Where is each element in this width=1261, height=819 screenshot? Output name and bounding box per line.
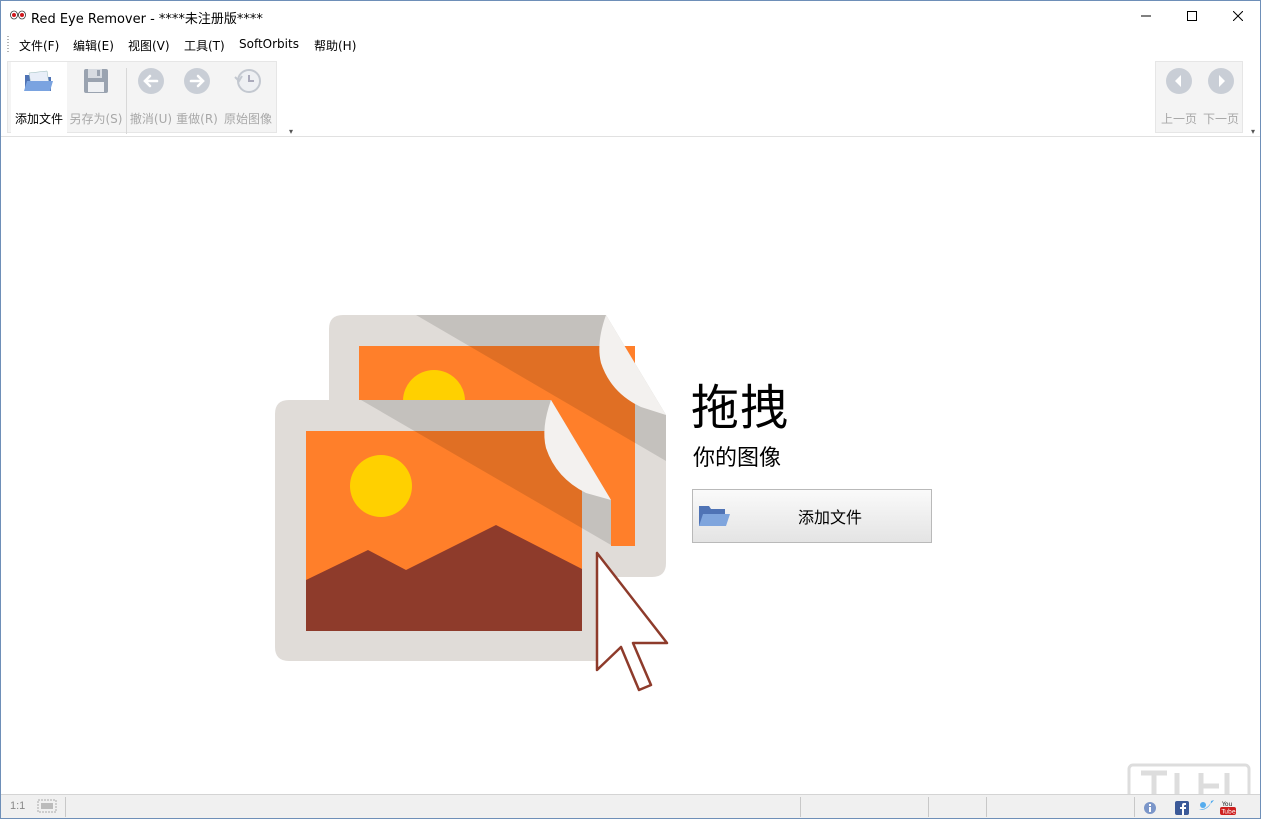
prev-page-label: 上一页 <box>1160 112 1197 126</box>
nav-overflow-icon[interactable]: ▾ <box>1251 127 1255 136</box>
undo-label: 撤消(U) <box>129 112 173 126</box>
close-button[interactable] <box>1215 1 1261 31</box>
floppy-disk-icon <box>80 66 112 96</box>
redo-label: 重做(R) <box>176 112 218 126</box>
minimize-icon <box>1141 15 1151 17</box>
status-cell-3 <box>928 797 986 817</box>
app-window: Red Eye Remover - ****未注册版**** 文件(F) 编辑(… <box>0 0 1261 819</box>
facebook-icon[interactable] <box>1175 801 1189 815</box>
red-eyes-icon <box>10 10 26 20</box>
next-arrow-icon <box>1205 66 1237 96</box>
window-title: Red Eye Remover - ****未注册版**** <box>31 12 263 27</box>
prev-arrow-icon <box>1163 66 1195 96</box>
svg-text:You: You <box>1221 801 1233 808</box>
add-file-toolbar-button[interactable]: 添加文件 <box>11 62 67 134</box>
status-cell-main <box>65 797 800 817</box>
toolbar-overflow-icon[interactable]: ▾ <box>289 127 293 136</box>
original-image-label: 原始图像 <box>223 112 272 126</box>
drop-area[interactable]: 拖拽 你的图像 添加文件 <box>1 138 1260 793</box>
minimize-button[interactable] <box>1123 1 1169 31</box>
menu-edit[interactable]: 编辑(E) <box>73 37 114 54</box>
original-image-button[interactable]: 原始图像 <box>221 62 275 134</box>
redo-button[interactable]: 重做(R) <box>175 62 219 134</box>
next-page-label: 下一页 <box>1202 112 1239 126</box>
drag-images-illustration <box>275 315 669 692</box>
clock-history-icon <box>232 66 264 96</box>
add-file-button[interactable]: 添加文件 <box>692 489 932 543</box>
menu-help[interactable]: 帮助(H) <box>314 37 356 54</box>
menu-softorbits[interactable]: SoftOrbits <box>239 37 299 51</box>
next-page-button[interactable]: 下一页 <box>1200 62 1242 134</box>
maximize-button[interactable] <box>1169 1 1215 31</box>
menu-grip <box>7 36 9 52</box>
zoom-level[interactable]: 1:1 <box>10 800 25 812</box>
twitter-icon[interactable] <box>1197 799 1215 815</box>
title-bar[interactable]: Red Eye Remover - ****未注册版**** <box>1 1 1260 31</box>
menu-bar: 文件(F) 编辑(E) 视图(V) 工具(T) SoftOrbits 帮助(H) <box>1 31 1260 57</box>
drop-subtitle: 你的图像 <box>693 446 782 471</box>
toolbar-separator <box>126 68 127 134</box>
folder-icon <box>699 506 730 526</box>
add-file-toolbar-label: 添加文件 <box>14 112 63 126</box>
toolbar-nav-group: 上一页 下一页 <box>1155 61 1243 133</box>
toolbar: 添加文件 另存为(S) 撤消(U) 重做(R) 原始图像 ▾ 上一页 下一页 ▾ <box>1 57 1260 137</box>
fit-window-icon[interactable] <box>37 799 57 813</box>
menu-file[interactable]: 文件(F) <box>19 37 59 54</box>
toolbar-main-group: 添加文件 另存为(S) 撤消(U) 重做(R) 原始图像 <box>7 61 277 134</box>
save-as-button[interactable]: 另存为(S) <box>68 62 124 134</box>
menu-view[interactable]: 视图(V) <box>128 37 170 54</box>
status-cell-4 <box>986 797 1134 817</box>
close-icon <box>1233 11 1243 21</box>
info-icon[interactable] <box>1143 801 1157 815</box>
svg-text:Tube: Tube <box>1221 809 1236 816</box>
status-bar: 1:1 You Tube <box>1 794 1260 818</box>
menu-tools[interactable]: 工具(T) <box>184 37 225 54</box>
undo-button[interactable]: 撤消(U) <box>129 62 173 134</box>
status-cell-2 <box>800 797 928 817</box>
prev-page-button[interactable]: 上一页 <box>1158 62 1200 134</box>
arrow-right-icon <box>181 66 213 96</box>
youtube-icon[interactable]: You Tube <box>1219 799 1237 817</box>
open-folder-icon <box>23 66 55 96</box>
save-as-label: 另存为(S) <box>69 112 123 126</box>
arrow-left-icon <box>135 66 167 96</box>
status-cell-social: You Tube <box>1134 797 1258 817</box>
drop-title: 拖拽 <box>691 380 790 436</box>
maximize-icon <box>1187 11 1197 21</box>
